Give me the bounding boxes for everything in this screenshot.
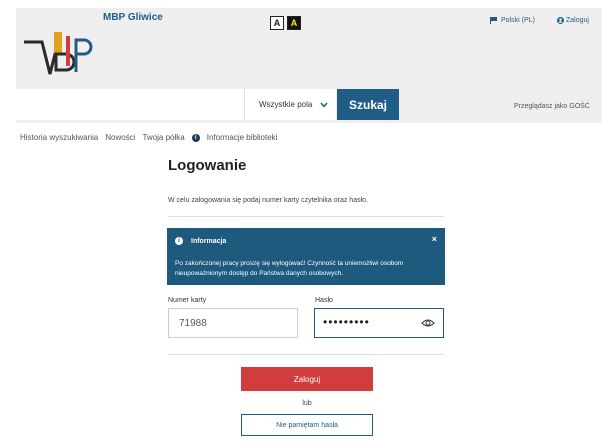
flag-icon bbox=[490, 17, 497, 24]
password-field[interactable]: ••••••••• bbox=[314, 308, 444, 338]
search-input[interactable] bbox=[16, 89, 244, 120]
search-field-select-value: Wszystkie pola bbox=[259, 100, 313, 109]
guest-status: Przeglądasz jako GOŚĆ bbox=[514, 103, 590, 110]
contrast-normal-button[interactable]: A bbox=[270, 16, 284, 30]
nav-library-info[interactable]: Informacje biblioteki bbox=[207, 133, 278, 142]
password-label: Hasło bbox=[315, 297, 333, 304]
card-number-field[interactable]: 71988 bbox=[168, 308, 298, 338]
login-link[interactable]: Zaloguj bbox=[557, 17, 589, 24]
divider bbox=[168, 216, 444, 217]
login-instructions: W celu zalogowania się podaj numer karty… bbox=[168, 197, 368, 204]
info-alert: i Informacja × Po zakończonej pracy pros… bbox=[167, 228, 445, 285]
library-name[interactable]: MBP Gliwice bbox=[103, 12, 163, 23]
eye-icon[interactable] bbox=[421, 318, 435, 328]
site-header: MBP Gliwice A A Polski (PL) Zaloguj Wszy… bbox=[16, 8, 602, 123]
info-icon: i bbox=[191, 133, 200, 142]
card-number-label: Numer karty bbox=[168, 297, 207, 304]
search-field-select[interactable]: Wszystkie pola bbox=[244, 89, 336, 120]
main-nav: Historia wyszukiwania Nowości Twoja półk… bbox=[20, 133, 284, 142]
info-icon: i bbox=[175, 237, 183, 245]
alert-message: Po zakończonej pracy proszę się wylogowa… bbox=[175, 260, 404, 277]
language-label: Polski (PL) bbox=[501, 17, 535, 24]
search-button[interactable]: Szukaj bbox=[337, 89, 399, 120]
forgot-password-button[interactable]: Nie pamiętam hasła bbox=[241, 414, 373, 436]
nav-new-items[interactable]: Nowości bbox=[105, 133, 135, 142]
nav-your-shelf[interactable]: Twoja półka bbox=[142, 133, 184, 142]
alert-title: Informacja bbox=[191, 237, 227, 245]
language-selector[interactable]: Polski (PL) bbox=[490, 17, 535, 24]
contrast-high-button[interactable]: A bbox=[287, 16, 301, 30]
page-title: Logowanie bbox=[168, 157, 247, 174]
divider bbox=[168, 354, 444, 355]
login-button[interactable]: Zaloguj bbox=[241, 367, 373, 391]
or-separator: lub bbox=[302, 400, 312, 407]
user-icon bbox=[557, 17, 564, 24]
chevron-down-icon bbox=[320, 102, 328, 108]
card-number-value: 71988 bbox=[179, 318, 207, 329]
password-value: ••••••••• bbox=[323, 315, 370, 329]
login-link-label: Zaloguj bbox=[566, 17, 589, 24]
close-icon[interactable]: × bbox=[432, 234, 437, 244]
nav-search-history[interactable]: Historia wyszukiwania bbox=[20, 133, 98, 142]
mbp-logo[interactable] bbox=[20, 28, 98, 84]
alert-header: i Informacja bbox=[175, 237, 226, 245]
